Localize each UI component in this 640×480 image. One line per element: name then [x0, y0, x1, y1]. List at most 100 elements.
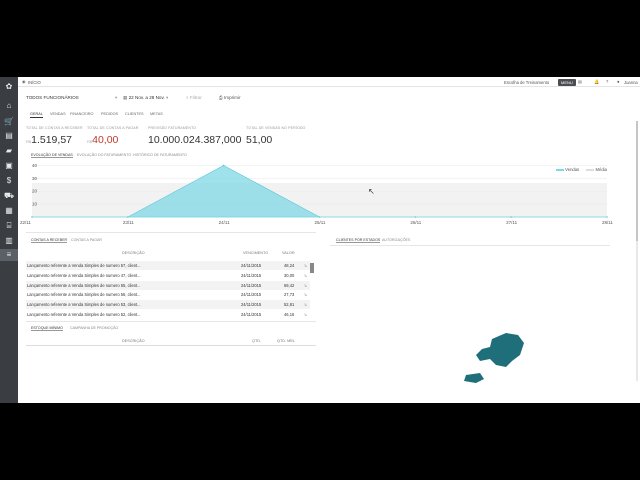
table-row[interactable]: Lançamento referente a Venda Simples de …	[26, 310, 310, 319]
chart-legend: Vendas Média	[556, 167, 607, 172]
kpi-value: 1.519,57	[31, 134, 72, 146]
brazil-states-map[interactable]	[462, 331, 530, 383]
print-button-label: Imprimir	[223, 95, 241, 100]
grid-icon[interactable]: ▤	[578, 79, 582, 84]
col-description: DESCRIÇÃO	[122, 251, 145, 255]
print-button[interactable]: ⎙ Imprimir	[219, 95, 241, 100]
tab-min-stock[interactable]: ESTOQUE MÍNIMO	[31, 326, 63, 331]
tab-metas[interactable]: METAS	[150, 112, 163, 116]
tab-clientes[interactable]: CLIENTES	[125, 112, 144, 116]
top-bar: ◉ INÍCIO Escolha de Treinamento MENU ▤ 🔔…	[18, 77, 640, 87]
building-icon[interactable]: ▥	[4, 236, 14, 246]
report-icon[interactable]: ▦	[4, 206, 14, 216]
logo-icon[interactable]: ✿	[4, 82, 14, 92]
row-due-date: 24/11/2015	[241, 282, 262, 288]
date-range-select[interactable]: ▦ 22 Nov. a 28 Nov. ▾	[123, 95, 168, 101]
tab-billing-evolution[interactable]: EVOLUÇÃO DO FATURAMENTO	[77, 153, 131, 157]
tab-billing-history[interactable]: HISTÓRICO DE FATURAMENTO	[133, 153, 187, 157]
filter-button-label: Filtrar	[189, 95, 202, 100]
tab-payables[interactable]: CONTAS A PAGAR	[71, 238, 102, 242]
x-tick-label: 28/11	[602, 220, 613, 225]
user-name[interactable]: Juanna	[624, 80, 638, 85]
legend-media: Média	[595, 167, 607, 172]
tab-clients-by-state[interactable]: CLIENTES POR ESTADOS	[336, 238, 381, 243]
row-description: Lançamento referente a Venda Simples de …	[27, 312, 141, 317]
data-point[interactable]	[414, 216, 417, 218]
y-tick-label: 40	[32, 163, 38, 168]
kpi-value: 40,00	[92, 134, 119, 146]
menu-icon[interactable]: ≡	[0, 249, 18, 261]
bell-icon[interactable]: 🔔	[594, 79, 599, 85]
search-icon: ⌕	[186, 95, 189, 100]
row-action-icon[interactable]: ↳	[304, 273, 307, 278]
tab-promo-campaign[interactable]: CAMPANHA DE PROMOÇÃO	[70, 326, 118, 330]
tab-vendas[interactable]: VENDAS	[50, 112, 66, 116]
home-icon[interactable]: ⌂	[4, 101, 14, 111]
row-action-icon[interactable]: ↳	[304, 283, 307, 288]
table-row[interactable]: Lançamento referente a Venda Simples de …	[26, 290, 310, 300]
kpi-forecast: PREVISÃO FATURAMENTO 10.000.024.387,000	[148, 126, 241, 148]
row-action-icon[interactable]: ↳	[304, 312, 307, 317]
tab-sales-evolution[interactable]: EVOLUÇÃO DE VENDAS	[31, 153, 73, 158]
page-scrollbar-thumb[interactable]	[636, 121, 638, 241]
table-row[interactable]: Lançamento referente a Venda Simples de …	[26, 261, 310, 270]
money-icon[interactable]: $	[4, 176, 14, 186]
chat-icon[interactable]: ▰	[4, 146, 14, 156]
help-icon[interactable]: ?	[606, 79, 608, 84]
divider	[26, 345, 316, 346]
filter-button[interactable]: ⌕ Filtrar	[186, 95, 202, 100]
cart-icon[interactable]: 🛒	[4, 117, 14, 127]
data-point[interactable]	[318, 216, 321, 218]
employee-select[interactable]: TODOS FUNCIONÁRIOS ▾	[26, 95, 117, 101]
x-tick-label: 23/11	[123, 220, 134, 225]
row-due-date: 24/11/2015	[241, 263, 262, 268]
row-action-icon[interactable]: ↳	[304, 292, 307, 297]
data-point[interactable]	[31, 216, 33, 218]
employee-select-value: TODOS FUNCIONÁRIOS	[26, 95, 79, 100]
truck-icon[interactable]: ⛟	[4, 191, 14, 201]
data-point[interactable]	[222, 164, 225, 167]
table-row[interactable]: Lançamento referente a Venda Simples de …	[26, 300, 310, 310]
chevron-down-icon: ▾	[166, 95, 169, 100]
box-icon[interactable]: ▣	[4, 161, 14, 171]
x-tick-label: 27/11	[506, 220, 517, 225]
row-action-icon[interactable]: ↳	[304, 263, 307, 268]
legend-vendas: Vendas	[565, 167, 580, 172]
row-description: Lançamento referente a Venda Simples de …	[27, 263, 141, 268]
page-title: INÍCIO	[28, 79, 41, 85]
tab-receivables[interactable]: CONTAS A RECEBER	[31, 238, 68, 243]
register-icon[interactable]: ▤	[4, 131, 14, 141]
menu-button[interactable]: MENU	[558, 78, 576, 86]
calendar-icon: ▦	[123, 95, 128, 100]
y-tick-label: 30	[32, 176, 38, 181]
col-stock-description: DESCRIÇÃO	[122, 339, 145, 343]
chevron-down-icon: ▾	[115, 95, 118, 100]
row-value: 69,42	[284, 282, 295, 288]
kpi-receivables: TOTAL DE CONTAS A RECEBER R$1.519,57	[26, 126, 83, 148]
col-value: VALOR	[282, 251, 295, 255]
table-scrollbar[interactable]	[310, 261, 314, 315]
kpi-label: TOTAL DE VENDAS NO PERÍODO	[246, 126, 306, 130]
kpi-label: TOTAL DE CONTAS A RECEBER	[26, 126, 83, 130]
row-value: 27,73	[284, 292, 295, 298]
scrollbar-thumb[interactable]	[310, 263, 314, 273]
map-state-south[interactable]	[464, 373, 484, 383]
training-link[interactable]: Escolha de Treinamento	[504, 80, 549, 85]
data-point[interactable]	[510, 216, 512, 218]
row-value: 30,00	[284, 272, 295, 278]
user-icon[interactable]: ●	[617, 79, 620, 84]
tab-geral[interactable]: GERAL	[30, 112, 43, 118]
kpi-sales-total: TOTAL DE VENDAS NO PERÍODO 51,00	[246, 126, 305, 148]
table-row[interactable]: Lançamento referente a Venda Simples de …	[26, 270, 310, 280]
data-point[interactable]	[127, 216, 129, 218]
row-action-icon[interactable]: ↳	[304, 302, 307, 307]
legend-swatch-media	[586, 168, 595, 171]
tab-pedidos[interactable]: PEDIDOS	[101, 112, 118, 116]
map-state-minas-gerais[interactable]	[476, 333, 524, 367]
tab-authorizations[interactable]: AUTORIZAÇÕES	[382, 238, 410, 242]
page-scrollbar[interactable]	[636, 121, 638, 381]
tab-financeiro[interactable]: FINANCEIRO	[70, 112, 93, 116]
data-point[interactable]	[606, 216, 608, 218]
table-row[interactable]: Lançamento referente a Venda Simples de …	[26, 280, 310, 290]
bank-icon[interactable]: ⌸	[4, 221, 14, 231]
